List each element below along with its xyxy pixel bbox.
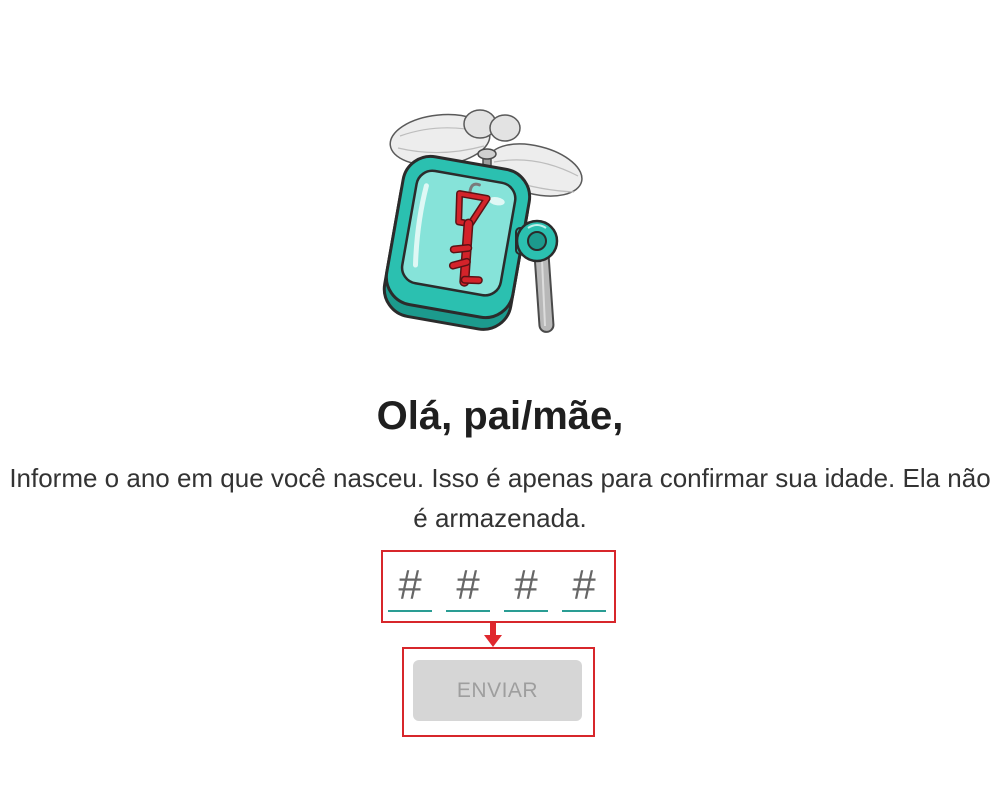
year-digit-input-1[interactable] xyxy=(388,560,432,612)
propeller-hub xyxy=(477,148,497,160)
flying-lock-key-icon xyxy=(382,109,583,333)
greeting-heading: Olá, pai/mãe, xyxy=(376,394,624,438)
birth-year-input xyxy=(388,560,606,612)
lock-body xyxy=(382,154,532,331)
year-digit-input-2[interactable] xyxy=(446,560,490,612)
submit-button[interactable]: ENVIAR xyxy=(413,660,582,721)
year-digit-input-4[interactable] xyxy=(562,560,606,612)
propeller-top-lobe-right xyxy=(489,114,521,142)
age-gate-page: Olá, pai/mãe, Informe o ano em que você … xyxy=(0,0,1000,800)
down-arrow-icon xyxy=(484,623,502,647)
year-digit-input-3[interactable] xyxy=(504,560,548,612)
lock-knob xyxy=(515,219,559,263)
age-confirmation-text: Informe o ano em que você nasceu. Isso é… xyxy=(9,463,991,533)
